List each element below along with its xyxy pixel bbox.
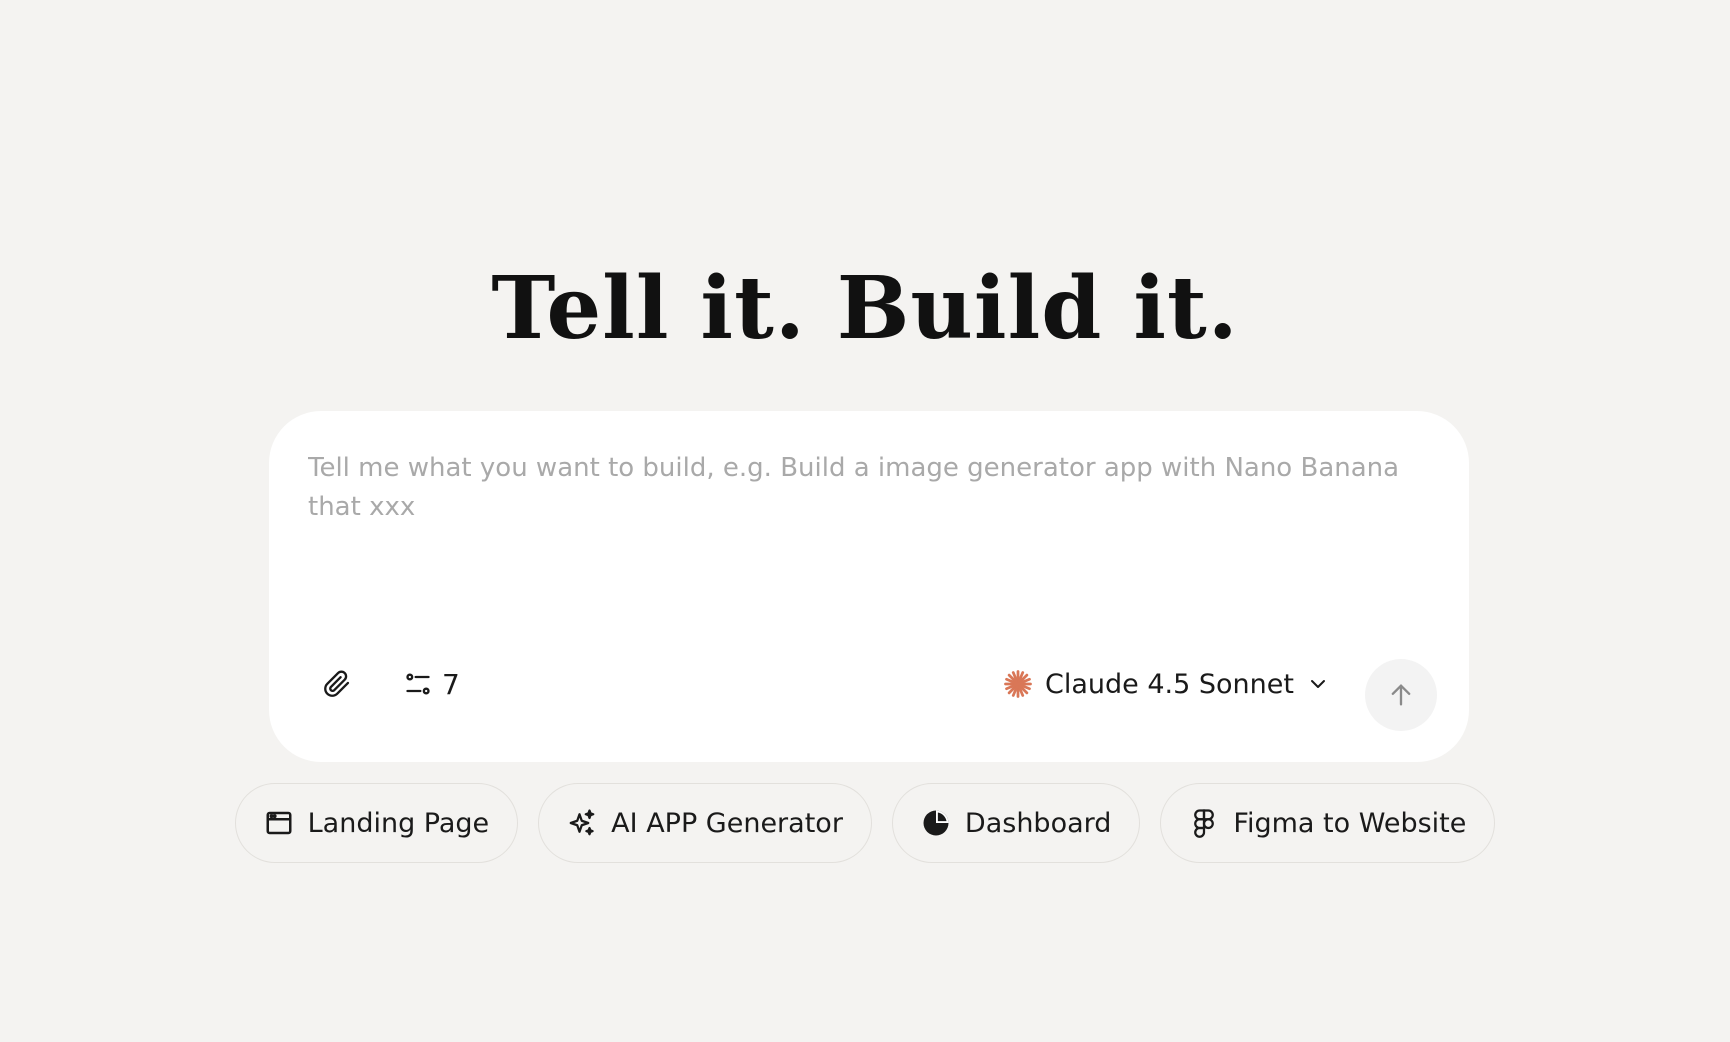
- suggestion-chip-label: Dashboard: [964, 807, 1112, 839]
- suggestion-chip-label: AI APP Generator: [611, 807, 843, 839]
- arrow-up-icon: [1387, 681, 1415, 709]
- sparkles-icon: [567, 808, 597, 838]
- figma-icon: [1189, 808, 1219, 838]
- suggestion-chip-label: Landing Page: [307, 807, 490, 839]
- chevron-down-icon: [1306, 672, 1330, 696]
- suggestion-chip-ai-app-generator[interactable]: AI APP Generator: [538, 783, 872, 863]
- suggestion-chip-landing-page[interactable]: Landing Page: [234, 783, 519, 863]
- sliders-icon: [404, 670, 432, 698]
- browser-window-icon: [264, 808, 294, 838]
- send-button[interactable]: [1365, 659, 1437, 731]
- suggestion-chip-label: Figma to Website: [1233, 807, 1467, 839]
- suggestion-chip-dashboard[interactable]: Dashboard: [891, 783, 1141, 863]
- prompt-input[interactable]: [308, 449, 1408, 569]
- attach-button[interactable]: [313, 660, 361, 708]
- model-selector[interactable]: Claude 4.5 Sonnet: [995, 660, 1338, 708]
- paperclip-icon: [323, 670, 351, 698]
- settings-button[interactable]: 7: [396, 660, 468, 708]
- pie-chart-icon: [921, 808, 951, 838]
- page-headline: Tell it. Build it.: [491, 258, 1239, 359]
- model-label: Claude 4.5 Sonnet: [1045, 668, 1294, 700]
- claude-asterisk-icon: [1003, 669, 1033, 699]
- settings-count: 7: [442, 667, 460, 701]
- suggestion-chip-figma-to-website[interactable]: Figma to Website: [1160, 783, 1496, 863]
- suggestion-chips: Landing Page AI APP Generator Dashboard: [0, 783, 1730, 863]
- prompt-composer: 7 Claude 4.5 Sonnet: [269, 411, 1469, 762]
